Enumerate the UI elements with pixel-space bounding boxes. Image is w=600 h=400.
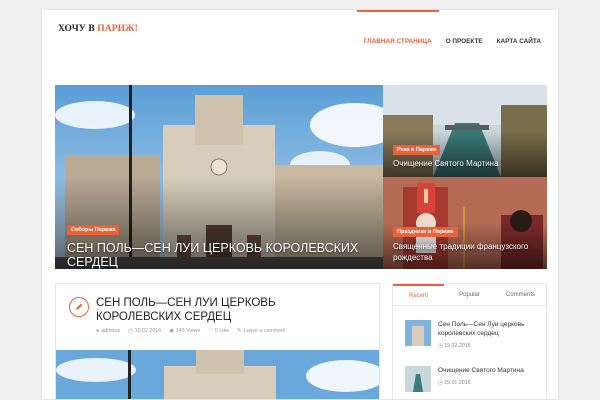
list-item-date: ◷ 19.02.2016 (438, 343, 471, 349)
heart-icon: ♡ (208, 328, 213, 334)
post-views: ◉ 145 Views (169, 328, 201, 334)
post-author[interactable]: ● admirus (96, 328, 120, 334)
post-title[interactable]: СЕН ПОЛЬ—СЕН ЛУИ ЦЕРКОВЬ КОРОЛЕВСКИХ СЕР… (96, 296, 356, 324)
list-item-title[interactable]: Очищение Святого Мартина (438, 366, 543, 375)
list-item[interactable]: Сен Поль—Сен Луи церковь королевских сер… (405, 320, 540, 350)
tab-comments[interactable]: Comments (495, 284, 546, 305)
category-badge[interactable]: Праздники в Париже (393, 227, 458, 237)
site-header: ХОЧУ В ПАРИЖ! ГЛАВНАЯ СТРАНИЦА О ПРОЕКТЕ… (42, 10, 558, 72)
tab-popular[interactable]: Popular (444, 284, 495, 305)
tab-recent[interactable]: Recent (393, 284, 444, 305)
list-item[interactable]: Очищение Святого Мартина ◷ 29.01.2016 (405, 366, 540, 396)
logo-accent-text: ПАРИЖ! (97, 24, 138, 34)
thumbnail (405, 320, 431, 346)
list-item-title[interactable]: Сен Поль—Сен Луи церковь королевских сер… (438, 320, 543, 338)
post-card: СЕН ПОЛЬ—СЕН ЛУИ ЦЕРКОВЬ КОРОЛЕВСКИХ СЕР… (55, 283, 380, 399)
page-container: ХОЧУ В ПАРИЖ! ГЛАВНАЯ СТРАНИЦА О ПРОЕКТЕ… (41, 9, 559, 400)
sidebar-widget: Recent Popular Comments Сен Поль—Сен Луи… (392, 283, 547, 399)
list-item-date: ◷ 29.01.2016 (438, 380, 471, 386)
nav-item-about[interactable]: О ПРОЕКТЕ (439, 10, 490, 72)
nav-item-home[interactable]: ГЛАВНАЯ СТРАНИЦА (356, 10, 439, 72)
nav-item-sitemap[interactable]: КАРТА САЙТА (490, 10, 548, 72)
featured-bottom-right-title[interactable]: Священные традиции французского рождеств… (393, 241, 543, 263)
comment-icon: ✎ (237, 328, 242, 334)
post-date: ◷ 19.02.2016 (128, 328, 162, 334)
featured-grid: Соборы Парижа СЕН ПОЛЬ—СЕН ЛУИ ЦЕРКОВЬ К… (55, 85, 547, 269)
post-meta: ● admirus ◷ 19.02.2016 ◉ 145 Views ♡ 0 Like … (96, 328, 286, 334)
sidebar-tabs: Recent Popular Comments (393, 284, 546, 306)
post-comment-link[interactable]: ✎ Leave a comment (237, 328, 286, 334)
post-image[interactable] (56, 350, 379, 399)
logo-main-text: ХОЧУ В (58, 24, 98, 34)
category-badge[interactable]: Река в Париже (393, 145, 441, 155)
featured-main-tile[interactable]: Соборы Парижа СЕН ПОЛЬ—СЕН ЛУИ ЦЕРКОВЬ К… (55, 85, 383, 269)
featured-bottom-right-tile[interactable]: Праздники в Париже Священные традиции фр… (383, 177, 547, 269)
category-badge[interactable]: Соборы Парижа (67, 225, 120, 235)
featured-top-right-title[interactable]: Очищение Святого Мартина (393, 159, 543, 168)
pencil-icon (69, 297, 89, 317)
featured-top-right-tile[interactable]: Река в Париже Очищение Святого Мартина (383, 85, 547, 177)
featured-main-title[interactable]: СЕН ПОЛЬ—СЕН ЛУИ ЦЕРКОВЬ КОРОЛЕВСКИХ СЕР… (67, 241, 377, 269)
eye-icon: ◉ (169, 328, 174, 334)
site-logo[interactable]: ХОЧУ В ПАРИЖ! (58, 24, 138, 34)
post-likes[interactable]: ♡ 0 Like (208, 328, 229, 334)
thumbnail (405, 366, 431, 392)
main-nav: ГЛАВНАЯ СТРАНИЦА О ПРОЕКТЕ КАРТА САЙТА (356, 10, 548, 72)
user-icon: ● (96, 328, 100, 334)
clock-icon: ◷ (128, 328, 133, 334)
